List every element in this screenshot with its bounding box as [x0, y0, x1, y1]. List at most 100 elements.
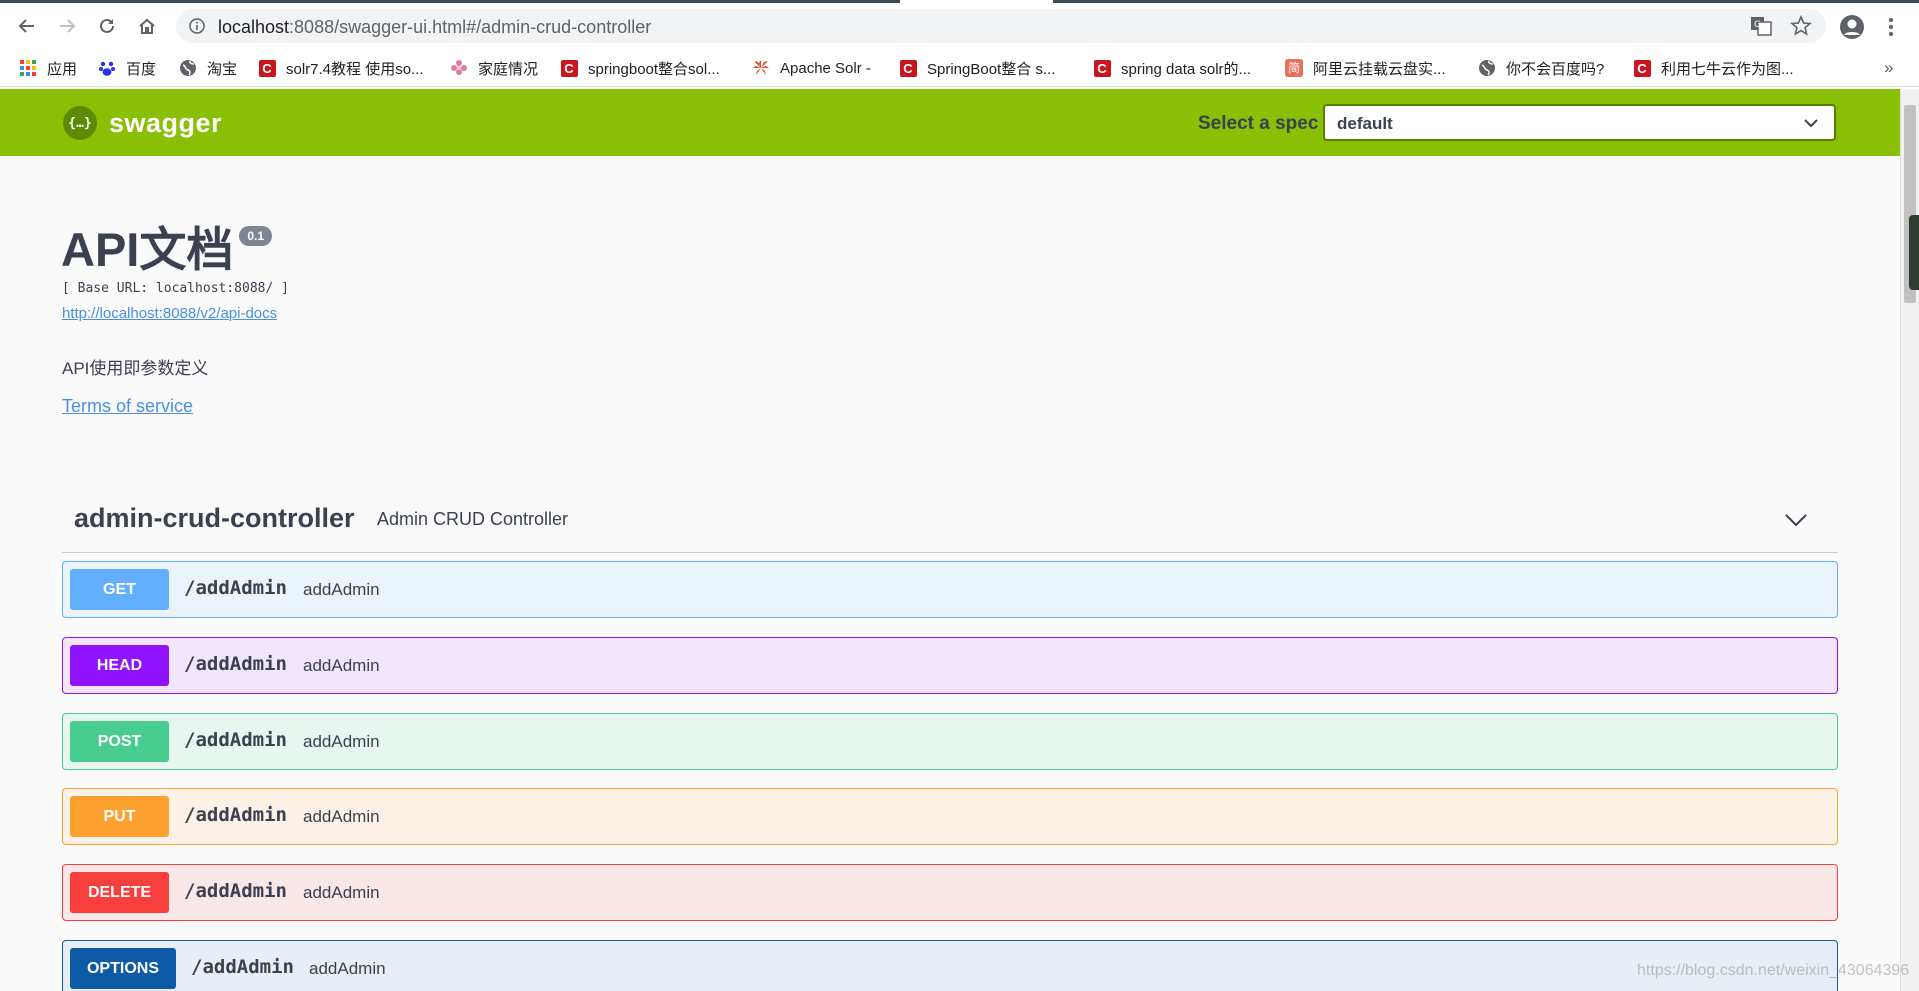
bookmarks-bar: 应用 百度 淘宝 C solr7.4教程 使用so... 家庭情况 C spri…: [0, 49, 1919, 87]
bookmark-label: spring data solr的...: [1121, 60, 1252, 78]
swagger-logo-icon: {…}: [63, 106, 97, 140]
bookmark-springboot-s[interactable]: C SpringBoot整合 s...: [899, 57, 1055, 79]
side-widget-tab[interactable]: [1909, 215, 1919, 290]
bookmark-taobao[interactable]: 淘宝: [179, 57, 237, 79]
forward-arrow-icon: [60, 19, 76, 33]
bookmark-springboot-solr[interactable]: C springboot整合sol...: [560, 57, 720, 79]
baidu-paw-icon: [98, 59, 116, 77]
method-badge: DELETE: [70, 872, 169, 913]
bookmark-solr-tutorial[interactable]: C solr7.4教程 使用so...: [258, 57, 424, 79]
swagger-topbar: {…} swagger Select a spec default: [0, 89, 1900, 156]
back-arrow-icon: [18, 19, 34, 33]
operation-path: /addAdmin: [184, 804, 287, 826]
more-menu-icon[interactable]: [1883, 15, 1899, 39]
bookmark-label: 淘宝: [207, 60, 238, 78]
svg-text:G: G: [1754, 20, 1761, 30]
tag-section-header[interactable]: admin-crud-controller Admin CRUD Control…: [62, 493, 1838, 553]
bookmark-apache-solr[interactable]: Apache Solr -: [752, 57, 871, 79]
back-button[interactable]: [11, 10, 43, 42]
operation-summary: addAdmin: [303, 732, 380, 751]
csdn-icon: C: [1633, 59, 1651, 77]
translate-icon[interactable]: G: [1750, 16, 1772, 36]
swagger-logo[interactable]: {…} swagger: [63, 106, 222, 140]
bookmark-label: 阿里云挂载云盘实...: [1313, 60, 1446, 78]
home-button[interactable]: [131, 10, 163, 42]
solr-icon: [752, 59, 770, 77]
bookmark-label: 应用: [47, 60, 78, 78]
url-host: localhost: [218, 17, 290, 37]
url-path: :8088/swagger-ui.html#/admin-crud-contro…: [289, 17, 652, 37]
csdn-icon: C: [560, 59, 578, 77]
bookmarks-overflow-button[interactable]: »: [1884, 58, 1893, 78]
tag-name[interactable]: admin-crud-controller: [74, 503, 355, 534]
flower-icon: [450, 59, 468, 77]
spec-select[interactable]: default: [1323, 104, 1836, 141]
swagger-logo-text: swagger: [109, 107, 223, 138]
api-docs-link[interactable]: http://localhost:8088/v2/api-docs: [62, 305, 277, 322]
tag-description: Admin CRUD Controller: [377, 509, 569, 529]
chevron-down-icon: [1804, 119, 1818, 128]
bookmark-family[interactable]: 家庭情况: [450, 57, 538, 79]
bookmark-baidu[interactable]: 百度: [98, 57, 156, 79]
bookmark-label: 你不会百度吗?: [1506, 60, 1605, 78]
operation-delete-addadmin[interactable]: DELETE /addAdmin addAdmin: [62, 864, 1838, 921]
base-url: [ Base URL: localhost:8088/ ]: [62, 281, 289, 296]
address-bar[interactable]: localhost:8088/swagger-ui.html#/admin-cr…: [176, 9, 1826, 43]
api-title: API文档: [61, 223, 234, 276]
operation-path: /addAdmin: [184, 880, 287, 902]
terms-of-service-link[interactable]: Terms of service: [62, 396, 193, 417]
bookmark-label: springboot整合sol...: [588, 60, 720, 78]
reload-icon: [100, 18, 114, 33]
bookmark-qiniu[interactable]: C 利用七牛云作为图...: [1633, 57, 1794, 79]
bookmark-label: 百度: [126, 60, 157, 78]
apps-grid-icon: [19, 59, 37, 77]
url-text[interactable]: localhost:8088/swagger-ui.html#/admin-cr…: [218, 17, 651, 38]
jianshu-icon: 简: [1285, 59, 1303, 77]
version-badge: 0.1: [239, 226, 273, 246]
bookmark-spring-data-solr[interactable]: C spring data solr的...: [1093, 57, 1251, 79]
operation-put-addadmin[interactable]: PUT /addAdmin addAdmin: [62, 788, 1838, 845]
chevron-down-icon[interactable]: [1784, 513, 1808, 527]
method-badge: POST: [70, 721, 169, 762]
browser-toolbar: localhost:8088/swagger-ui.html#/admin-cr…: [0, 3, 1919, 49]
csdn-icon: C: [258, 59, 276, 77]
operation-summary: addAdmin: [303, 580, 380, 599]
operation-post-addadmin[interactable]: POST /addAdmin addAdmin: [62, 713, 1838, 770]
reload-button[interactable]: [91, 10, 123, 42]
api-title-block: API文档 0.1: [61, 222, 273, 278]
globe-icon: [1478, 59, 1496, 77]
bookmark-baidu-question[interactable]: 你不会百度吗?: [1478, 57, 1604, 79]
browser-chrome: localhost:8088/swagger-ui.html#/admin-cr…: [0, 0, 1919, 89]
select-spec-label: Select a spec: [1198, 113, 1319, 134]
bookmark-apps[interactable]: 应用: [19, 57, 77, 79]
bookmark-label: Apache Solr -: [780, 59, 871, 77]
bookmark-label: 利用七牛云作为图...: [1661, 60, 1794, 78]
operation-path: /addAdmin: [184, 653, 287, 675]
api-description: API使用即参数定义: [62, 359, 209, 378]
operation-path: /addAdmin: [191, 956, 294, 978]
bookmark-label: 家庭情况: [478, 60, 539, 78]
forward-button[interactable]: [51, 10, 83, 42]
operation-summary: addAdmin: [303, 883, 380, 902]
csdn-icon: C: [899, 59, 917, 77]
operation-summary: addAdmin: [303, 656, 380, 675]
method-badge: OPTIONS: [70, 948, 176, 989]
operation-get-addadmin[interactable]: GET /addAdmin addAdmin: [62, 561, 1838, 618]
bookmark-label: solr7.4教程 使用so...: [286, 60, 424, 78]
bookmark-aliyun[interactable]: 简 阿里云挂载云盘实...: [1285, 57, 1446, 79]
method-badge: PUT: [70, 796, 169, 837]
csdn-icon: C: [1093, 59, 1111, 77]
bookmark-label: SpringBoot整合 s...: [927, 60, 1056, 78]
info-icon[interactable]: [189, 18, 205, 34]
watermark: https://blog.csdn.net/weixin_43064396: [1637, 962, 1910, 979]
operation-summary: addAdmin: [303, 807, 380, 826]
bookmark-star-icon[interactable]: [1790, 15, 1812, 37]
account-icon[interactable]: [1839, 14, 1865, 40]
method-badge: GET: [70, 569, 169, 610]
home-icon: [139, 18, 155, 34]
operation-head-addadmin[interactable]: HEAD /addAdmin addAdmin: [62, 637, 1838, 694]
globe-icon: [179, 59, 197, 77]
spec-select-value: default: [1337, 114, 1393, 133]
operation-path: /addAdmin: [184, 577, 287, 599]
operation-options-addadmin[interactable]: OPTIONS /addAdmin addAdmin: [62, 940, 1838, 991]
